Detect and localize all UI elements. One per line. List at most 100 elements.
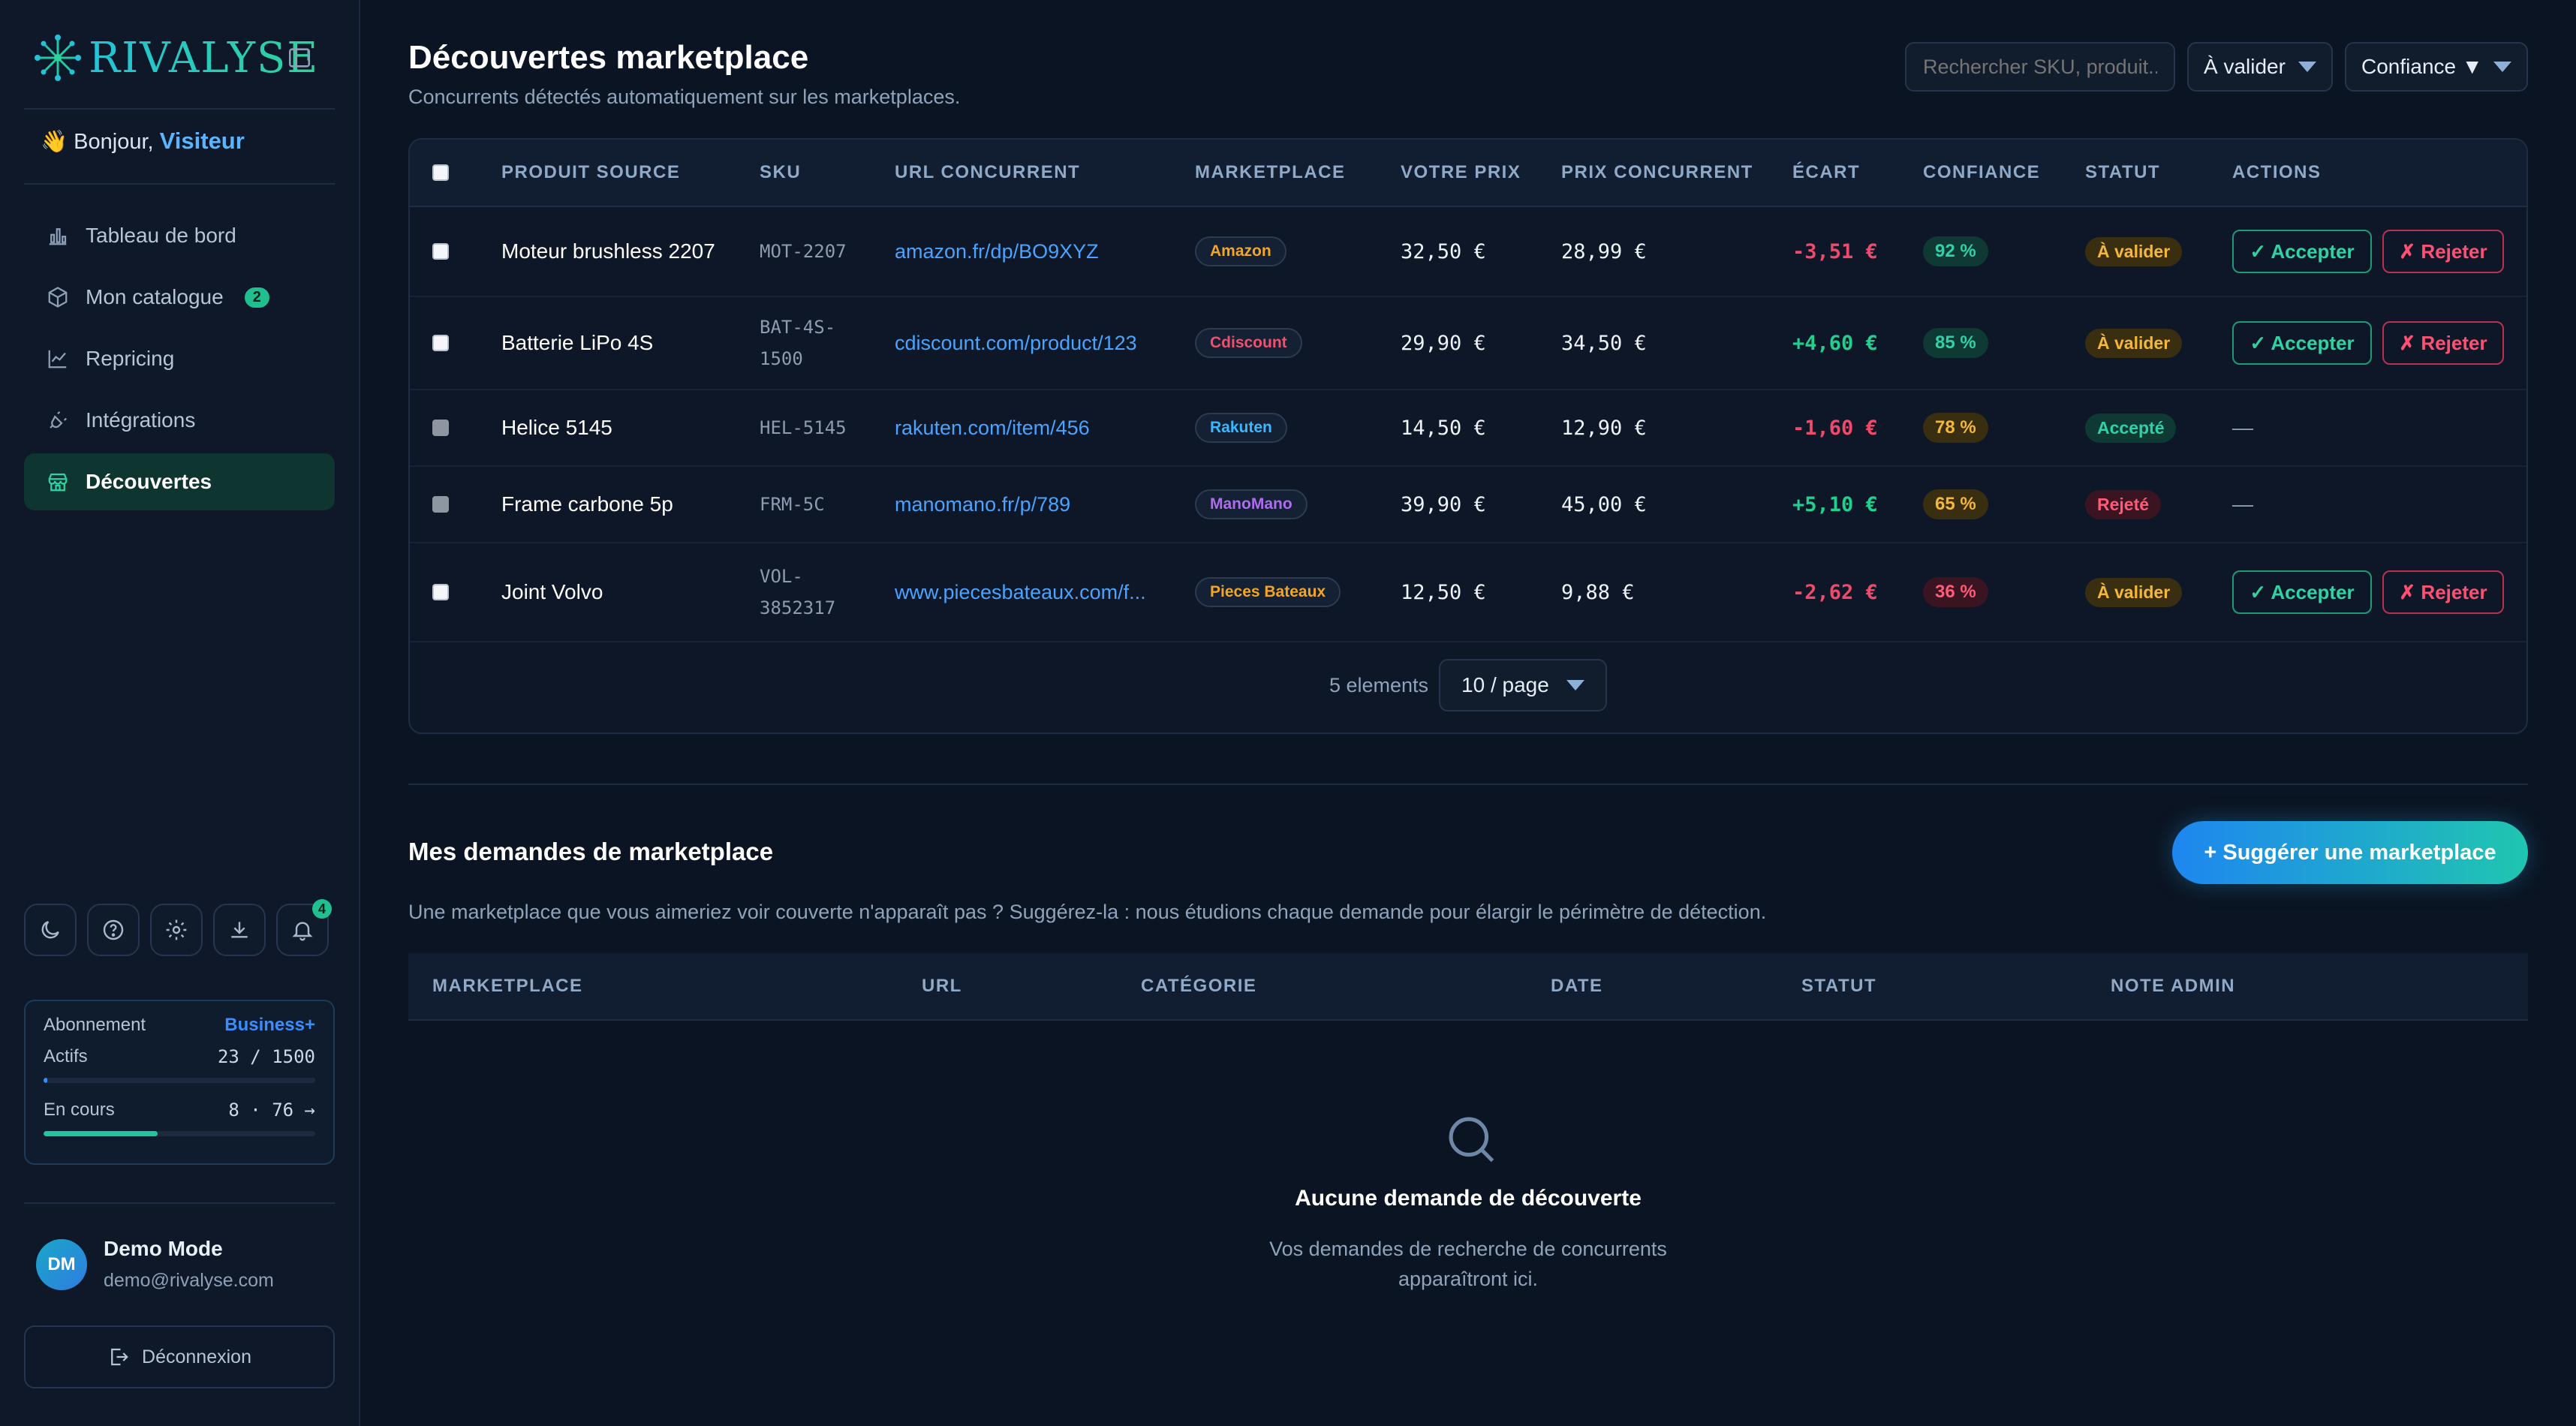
column-header[interactable]: URL bbox=[922, 953, 962, 1019]
status-cell: À valider bbox=[2085, 543, 2183, 641]
table-body: Moteur brushless 2207 MOT-2207 amazon.fr/d… bbox=[410, 207, 2526, 642]
divider bbox=[24, 183, 335, 185]
select-all-checkbox[interactable] bbox=[432, 164, 449, 181]
settings-button[interactable] bbox=[150, 904, 203, 956]
sidebar-item-integrations[interactable]: Intégrations bbox=[24, 392, 335, 449]
status-badge: À valider bbox=[2085, 577, 2183, 607]
empty-state-line: Vos demandes de recherche de concurrents bbox=[1269, 1238, 1667, 1260]
plug-icon bbox=[50, 411, 68, 429]
confidence-badge: 78 % bbox=[1923, 413, 1988, 443]
brand-logo[interactable]: RIVALYSE bbox=[33, 33, 319, 83]
actions-cell: ✓ Accepter ✗ Rejeter bbox=[2232, 543, 2504, 641]
download-button[interactable] bbox=[213, 904, 266, 956]
column-header[interactable]: NOTE ADMIN bbox=[2111, 953, 2235, 1019]
search-input[interactable] bbox=[1905, 42, 2175, 92]
marketplace-cell: Cdiscount bbox=[1195, 297, 1302, 389]
price-gap: +5,10 € bbox=[1792, 492, 1878, 516]
competitor-url-link[interactable]: amazon.fr/dp/BO9XYZ bbox=[895, 240, 1099, 263]
column-header[interactable]: MARKETPLACE bbox=[432, 953, 583, 1019]
suggest-marketplace-button[interactable]: + Suggérer une marketplace bbox=[2172, 821, 2528, 884]
price-gap: +4,60 € bbox=[1792, 331, 1878, 355]
price-gap: -2,62 € bbox=[1792, 580, 1878, 604]
status-badge: Accepté bbox=[2085, 413, 2177, 443]
encours-value: 8 · 76 → bbox=[228, 1100, 315, 1121]
help-button[interactable] bbox=[87, 904, 140, 956]
column-header[interactable]: PRIX CONCURRENT bbox=[1561, 140, 1753, 206]
row-checkbox[interactable] bbox=[432, 584, 449, 600]
competitor-url-link[interactable]: www.piecesbateaux.com/f... bbox=[895, 581, 1146, 604]
reject-button[interactable]: ✗ Rejeter bbox=[2382, 321, 2504, 365]
column-header[interactable]: STATUT bbox=[1801, 953, 1876, 1019]
reject-button[interactable]: ✗ Rejeter bbox=[2382, 230, 2504, 273]
url-cell: manomano.fr/p/789 bbox=[895, 467, 1070, 542]
user-profile[interactable]: DM Demo Mode demo@rivalyse.com bbox=[36, 1237, 274, 1292]
table-row: Frame carbone 5p FRM-5C manomano.fr/p/789 M… bbox=[410, 467, 2526, 543]
actifs-value: 23 / 1500 bbox=[217, 1046, 315, 1067]
accept-button[interactable]: ✓ Accepter bbox=[2232, 230, 2372, 273]
sidebar-item-label: Intégrations bbox=[86, 408, 196, 432]
competitor-url-link[interactable]: cdiscount.com/product/123 bbox=[895, 332, 1137, 355]
sidebar-item-discoveries[interactable]: Découvertes bbox=[24, 453, 335, 510]
competitor-price: 12,90 € bbox=[1561, 416, 1647, 440]
column-header[interactable]: DATE bbox=[1551, 953, 1603, 1019]
discoveries-table: PRODUIT SOURCE SKU URL CONCURRENT MARKET… bbox=[408, 138, 2528, 734]
table-row: Batterie LiPo 4S BAT-4S- 1500 cdiscount.co… bbox=[410, 297, 2526, 390]
bell-icon bbox=[292, 922, 313, 941]
row-checkbox[interactable] bbox=[432, 496, 449, 513]
logo-burst-icon bbox=[35, 35, 81, 81]
url-cell: www.piecesbateaux.com/f... bbox=[895, 543, 1146, 641]
status-cell: Accepté bbox=[2085, 390, 2177, 465]
visitor-name: Visiteur bbox=[159, 128, 245, 154]
row-checkbox[interactable] bbox=[432, 335, 449, 351]
marketplace-cell: Pieces Bateaux bbox=[1195, 543, 1341, 641]
confidence-filter-select[interactable]: Confiance ▼ bbox=[2345, 42, 2528, 92]
sidebar-item-catalogue[interactable]: Mon catalogue 2 bbox=[24, 269, 335, 326]
column-header[interactable]: STATUT bbox=[2085, 140, 2160, 206]
your-price: 32,50 € bbox=[1401, 239, 1486, 263]
row-select-cell bbox=[432, 390, 449, 465]
reject-button[interactable]: ✗ Rejeter bbox=[2382, 570, 2504, 614]
actifs-label: Actifs bbox=[44, 1046, 88, 1066]
competitor-price: 28,99 € bbox=[1561, 239, 1647, 263]
column-header[interactable]: URL CONCURRENT bbox=[895, 140, 1080, 206]
column-header[interactable]: PRODUIT SOURCE bbox=[501, 140, 680, 206]
competitor-url-link[interactable]: rakuten.com/item/456 bbox=[895, 417, 1090, 440]
sidebar-collapse-icon[interactable] bbox=[287, 45, 312, 71]
greeting: 👋 Bonjour, Visiteur bbox=[41, 128, 245, 155]
store-icon bbox=[48, 473, 68, 492]
requests-description: Une marketplace que vous aimeriez voir c… bbox=[408, 901, 1767, 923]
column-header[interactable]: SKU bbox=[760, 140, 801, 206]
column-header[interactable]: CONFIANCE bbox=[1923, 140, 2040, 206]
sidebar-tools: 4 bbox=[24, 899, 332, 956]
confidence-badge: 85 % bbox=[1923, 328, 1988, 358]
confidence-cell: 92 % bbox=[1923, 207, 1988, 296]
page-size-select[interactable]: 10 / page bbox=[1439, 659, 1608, 711]
column-header[interactable]: MARKETPLACE bbox=[1195, 140, 1346, 206]
catalogue-count-badge: 2 bbox=[244, 287, 269, 308]
row-checkbox[interactable] bbox=[432, 243, 449, 260]
row-checkbox[interactable] bbox=[432, 420, 449, 436]
requests-table-header: MARKETPLACE URL CATÉGORIE DATE STATUT NO… bbox=[408, 953, 2528, 1021]
accept-button[interactable]: ✓ Accepter bbox=[2232, 570, 2372, 614]
logout-button[interactable]: Déconnexion bbox=[24, 1325, 335, 1388]
subscription-card[interactable]: Abonnement Business+ Actifs 23 / 1500 En… bbox=[24, 1000, 335, 1165]
column-header[interactable]: CATÉGORIE bbox=[1141, 953, 1256, 1019]
sidebar-item-dashboard[interactable]: Tableau de bord bbox=[24, 207, 335, 264]
confidence-badge: 36 % bbox=[1923, 577, 1988, 607]
status-badge: Rejeté bbox=[2085, 489, 2162, 519]
column-header[interactable]: VOTRE PRIX bbox=[1401, 140, 1521, 206]
page-size-value: 10 / page bbox=[1461, 673, 1549, 696]
theme-toggle-button[interactable] bbox=[24, 904, 77, 956]
accept-button[interactable]: ✓ Accepter bbox=[2232, 321, 2372, 365]
actifs-row: Actifs 23 / 1500 bbox=[44, 1046, 315, 1067]
column-header[interactable]: ÉCART bbox=[1792, 140, 1860, 206]
status-filter-select[interactable]: À valider bbox=[2187, 42, 2333, 92]
actifs-progress-fill bbox=[44, 1078, 48, 1083]
product-name: Joint Volvo bbox=[501, 580, 603, 603]
sidebar-item-label: Repricing bbox=[86, 347, 175, 370]
sidebar-item-repricing[interactable]: Repricing bbox=[24, 330, 335, 387]
notifications-button[interactable]: 4 bbox=[276, 899, 332, 956]
competitor-url-link[interactable]: manomano.fr/p/789 bbox=[895, 493, 1070, 516]
user-email: demo@rivalyse.com bbox=[104, 1270, 274, 1291]
sku: MOT-2207 bbox=[760, 241, 847, 262]
